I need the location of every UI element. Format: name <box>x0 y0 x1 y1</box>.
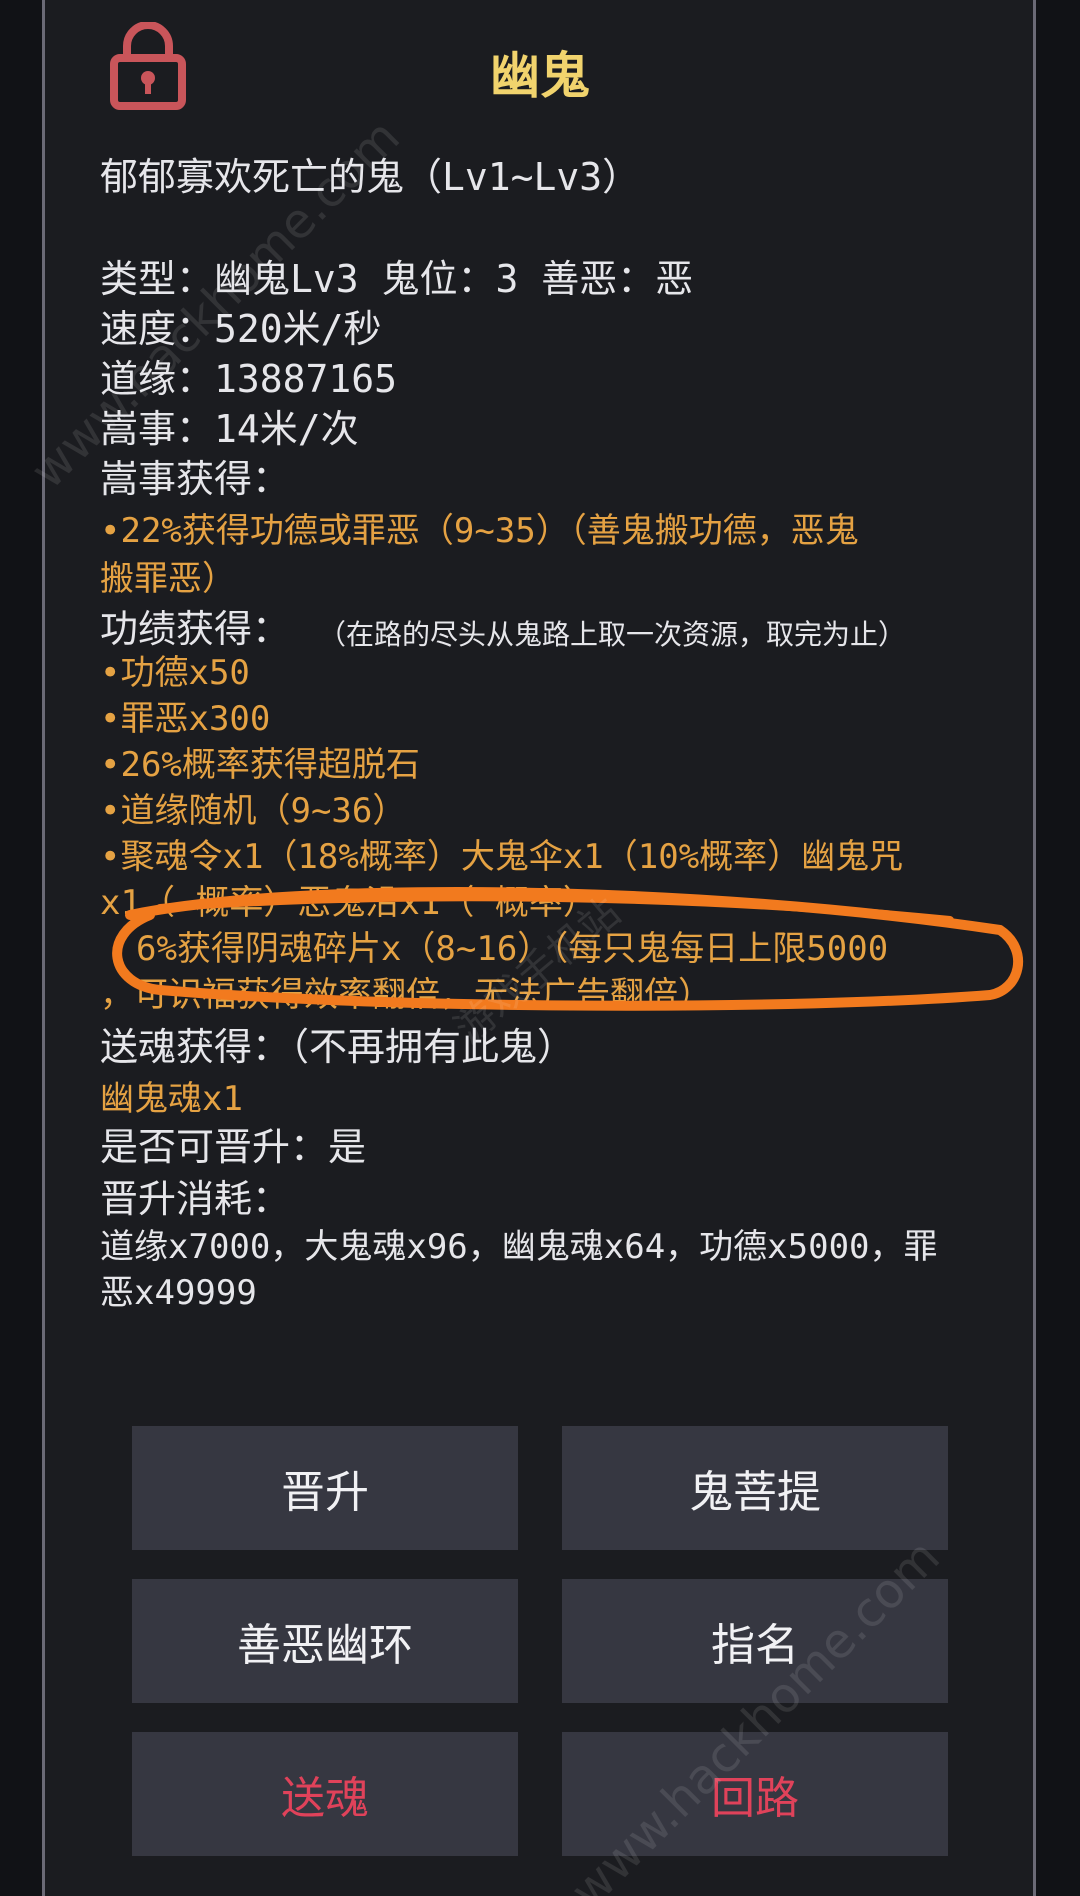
merit-note: （在路的尽头从鬼路上取一次资源，取完为止） <box>318 618 907 651</box>
type-line: 类型：幽鬼Lv3 鬼位：3 善恶：恶 <box>100 257 694 301</box>
daoyuan-line: 道缘：13887165 <box>100 357 398 401</box>
promote-line: 是否可晋升：是 <box>100 1125 367 1169</box>
merit-item: •26%概率获得超脱石 <box>100 745 420 785</box>
merit-item: •功德x50 <box>100 653 250 693</box>
merit-item: x1（ 概率）恶鬼沿x1（ 概率） <box>100 883 597 923</box>
return-road-button[interactable]: 回路 <box>562 1732 948 1856</box>
event-line: 嵩事：14米/次 <box>100 407 359 451</box>
send-soul-button[interactable]: 送魂 <box>132 1732 518 1856</box>
event-gain-item-cont: 搬罪恶） <box>100 559 236 599</box>
page-title: 幽鬼 <box>490 47 590 105</box>
cost-line-cont: 恶x49999 <box>100 1273 257 1313</box>
cost-title: 晋升消耗： <box>100 1177 291 1221</box>
speed-line: 速度：520米/秒 <box>100 307 382 351</box>
merit-title: 功绩获得： <box>100 607 291 651</box>
assign-button[interactable]: 指名 <box>562 1579 948 1703</box>
event-gain-item: •22%获得功德或罪恶（9~35）（善鬼搬功德，恶鬼 <box>100 511 859 551</box>
event-gain-title: 嵩事获得： <box>100 457 291 501</box>
send-item: 幽鬼魂x1 <box>100 1079 243 1119</box>
promote-button[interactable]: 晋升 <box>132 1426 518 1550</box>
ghost-description: 郁郁寡欢死亡的鬼（Lv1~Lv3） <box>100 155 641 199</box>
send-title: 送魂获得：（不再拥有此鬼） <box>100 1025 576 1069</box>
merit-item: 6%获得阴魂碎片x（8~16）（每只鬼每日上限5000 <box>136 929 889 969</box>
merit-item: •道缘随机（9~36） <box>100 791 407 831</box>
bodhi-button[interactable]: 鬼菩提 <box>562 1426 948 1550</box>
merit-item: •聚魂令x1（18%概率）大鬼伞x1（10%概率）幽鬼咒 <box>100 837 904 877</box>
ring-button[interactable]: 善恶幽环 <box>132 1579 518 1703</box>
cost-line: 道缘x7000，大鬼魂x96，幽鬼魂x64，功德x5000，罪 <box>100 1227 938 1267</box>
merit-item: ，可识福获得效率翻倍，无法广告翻倍） <box>100 975 712 1015</box>
merit-item: •罪恶x300 <box>100 699 271 739</box>
